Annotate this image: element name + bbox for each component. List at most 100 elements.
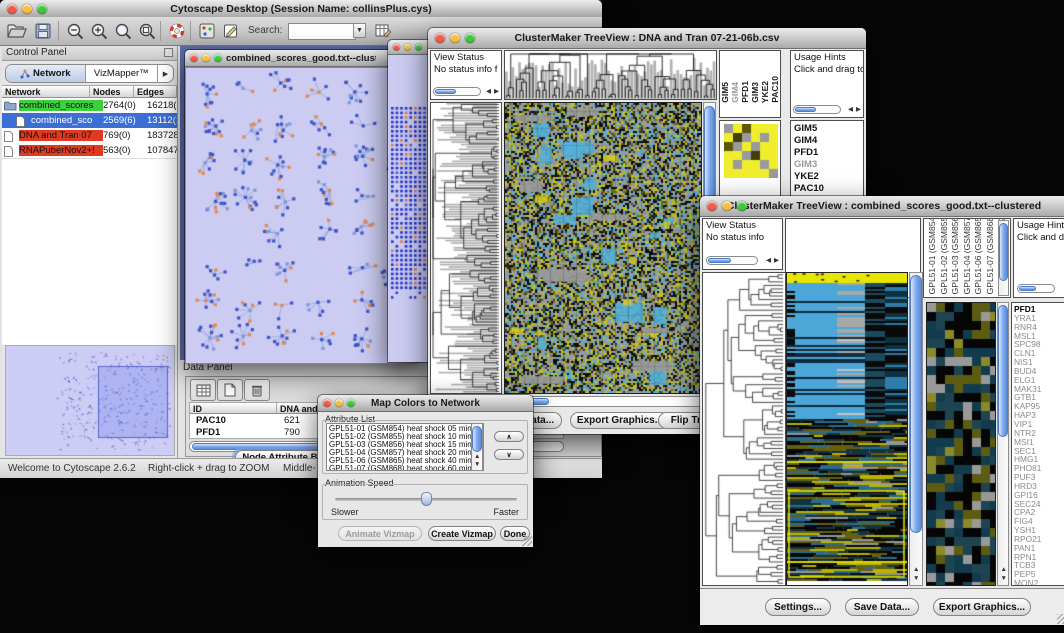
gene-label[interactable]: PAC10 xyxy=(791,183,863,195)
row-dendrogram-canvas[interactable] xyxy=(703,273,785,585)
window-controls[interactable] xyxy=(323,399,355,407)
scroll-up-icon[interactable]: ▲ xyxy=(474,453,480,461)
usage-hints-scrollbar[interactable] xyxy=(793,105,841,114)
resize-grip[interactable] xyxy=(1057,614,1064,624)
settings-button[interactable]: Settings... xyxy=(765,598,831,616)
annotation-button[interactable] xyxy=(220,20,242,42)
gene-label[interactable]: MON2 xyxy=(1012,579,1064,586)
heatmap-vscroll[interactable]: ▲ ▼ xyxy=(909,272,923,586)
scroll-thumb[interactable] xyxy=(999,223,1008,281)
treeview2-titlebar[interactable]: ClusterMaker TreeView : combined_scores_… xyxy=(700,196,1064,217)
save-session-button[interactable] xyxy=(32,20,54,42)
network-view-titlebar[interactable]: combined_scores_good.txt--cluste... xyxy=(185,50,417,67)
close-button[interactable] xyxy=(435,33,445,43)
scroll-down-icon[interactable]: ▼ xyxy=(474,461,480,469)
network-canvas-2[interactable] xyxy=(388,55,432,362)
zoom-fit-button[interactable] xyxy=(112,20,134,42)
scroll-left-icon[interactable]: ◀ xyxy=(486,88,491,96)
heatmap-panel[interactable] xyxy=(504,102,702,394)
heatmap-canvas[interactable] xyxy=(505,103,701,393)
view-status-scrollbar[interactable] xyxy=(433,87,481,96)
gene-label[interactable]: YKE2 xyxy=(791,171,863,183)
data-column-id[interactable]: ID xyxy=(189,402,277,414)
scroll-up-icon[interactable]: ▲ xyxy=(913,566,919,574)
window-controls[interactable] xyxy=(393,44,422,51)
minimize-button[interactable] xyxy=(450,33,460,43)
network-overview-panel[interactable] xyxy=(5,345,175,456)
create-vizmap-button[interactable]: Create Vizmap xyxy=(428,526,496,541)
save-data-button[interactable]: Save Data... xyxy=(845,598,919,616)
close-button[interactable] xyxy=(7,4,17,14)
view-status-scrollbar[interactable] xyxy=(706,256,758,265)
float-panel-icon[interactable] xyxy=(164,48,173,57)
minimize-button[interactable] xyxy=(335,399,343,407)
animate-vizmap-button[interactable]: Animate Vizmap xyxy=(338,526,422,541)
usage-hints-scrollbar[interactable] xyxy=(1017,284,1055,293)
scroll-right-icon[interactable]: ▶ xyxy=(774,257,779,265)
tab-network[interactable]: Network xyxy=(6,65,86,82)
zoom-window-button[interactable] xyxy=(415,44,422,51)
speed-slider-thumb[interactable] xyxy=(421,492,432,506)
gene-label[interactable]: GIM4 xyxy=(791,135,863,147)
treeview1-titlebar[interactable]: ClusterMaker TreeView : DNA and Tran 07-… xyxy=(428,28,866,49)
heatmap-canvas[interactable] xyxy=(787,273,907,585)
zoom-window-button[interactable] xyxy=(347,399,355,407)
scroll-up-icon[interactable]: ▲ xyxy=(1001,566,1007,574)
move-up-button[interactable]: ∧ xyxy=(494,431,524,442)
export-graphics-button[interactable]: Export Graphics... xyxy=(933,598,1031,616)
heatmap-panel[interactable] xyxy=(786,272,908,586)
network-tree-row[interactable]: combined_sco2569(6)13112(15) xyxy=(2,113,177,128)
minimize-button[interactable] xyxy=(22,4,32,14)
network-tree-row[interactable]: DNA and Tran 07769(0)183728(0) xyxy=(2,128,177,143)
attribute-list-vscroll-thumb[interactable] xyxy=(472,426,482,452)
export-graphics-button[interactable]: Export Graphics... xyxy=(570,412,670,429)
help-button[interactable] xyxy=(166,20,188,42)
scroll-thumb[interactable] xyxy=(435,89,456,94)
scroll-thumb[interactable] xyxy=(795,107,816,112)
window-controls[interactable] xyxy=(707,201,747,211)
scroll-left-icon[interactable]: ◀ xyxy=(766,257,771,265)
resize-grip[interactable] xyxy=(522,536,532,546)
minimize-button[interactable] xyxy=(722,201,732,211)
column-header-edges[interactable]: Edges xyxy=(134,85,177,98)
scroll-left-icon[interactable]: ◀ xyxy=(848,106,853,114)
network-canvas[interactable] xyxy=(185,67,417,364)
similarity-matrix-canvas[interactable] xyxy=(724,124,778,178)
zoom-window-button[interactable] xyxy=(37,4,47,14)
gene-label[interactable]: PFD1 xyxy=(791,147,863,159)
scroll-down-icon[interactable]: ▼ xyxy=(913,575,919,583)
close-button[interactable] xyxy=(707,201,717,211)
attribute-listbox[interactable]: GPL51-01 (GSM854) heat shock 05 minGPL51… xyxy=(326,423,484,471)
tab-overflow-button[interactable]: ▶ xyxy=(158,65,173,82)
create-attribute-button[interactable] xyxy=(217,379,243,401)
search-dropdown-button[interactable]: ▼ xyxy=(353,23,366,38)
scroll-down-icon[interactable]: ▼ xyxy=(1001,575,1007,583)
column-header-network[interactable]: Network xyxy=(2,85,90,98)
minimize-button[interactable] xyxy=(202,54,210,62)
gene-list-vscroll-thumb[interactable] xyxy=(998,305,1008,437)
network-tree-row[interactable]: combined_scores2764(0)16218(0) xyxy=(2,98,177,113)
network-overview-canvas[interactable] xyxy=(6,346,174,455)
network-tree-row[interactable]: RNAPuberNov2+!563(0)107847(0) xyxy=(2,143,177,158)
gene-list-vscroll[interactable]: ▲ ▼ xyxy=(997,302,1009,586)
main-titlebar[interactable]: Cytoscape Desktop (Session Name: collins… xyxy=(0,0,602,18)
zoom-window-button[interactable] xyxy=(465,33,475,43)
delete-attribute-button[interactable] xyxy=(244,379,270,401)
close-button[interactable] xyxy=(393,44,400,51)
window-controls[interactable] xyxy=(7,4,47,14)
scroll-right-icon[interactable]: ▶ xyxy=(856,106,861,114)
tab-vizmapper[interactable]: VizMapper™ xyxy=(86,65,158,82)
column-dendrogram-canvas[interactable] xyxy=(505,51,716,99)
column-labels-vscroll[interactable] xyxy=(998,220,1009,296)
zoom-out-button[interactable] xyxy=(64,20,86,42)
scroll-thumb[interactable] xyxy=(708,258,731,263)
close-button[interactable] xyxy=(323,399,331,407)
gene-label[interactable]: GIM5 xyxy=(791,123,863,135)
zoom-in-button[interactable] xyxy=(88,20,110,42)
search-input[interactable] xyxy=(288,23,356,40)
window-controls[interactable] xyxy=(190,54,222,62)
heatmap-vscroll-thumb[interactable] xyxy=(910,275,922,533)
row-dendrogram-canvas[interactable] xyxy=(431,103,501,393)
window-controls[interactable] xyxy=(435,33,475,43)
heatmap-hscroll[interactable] xyxy=(504,396,716,407)
